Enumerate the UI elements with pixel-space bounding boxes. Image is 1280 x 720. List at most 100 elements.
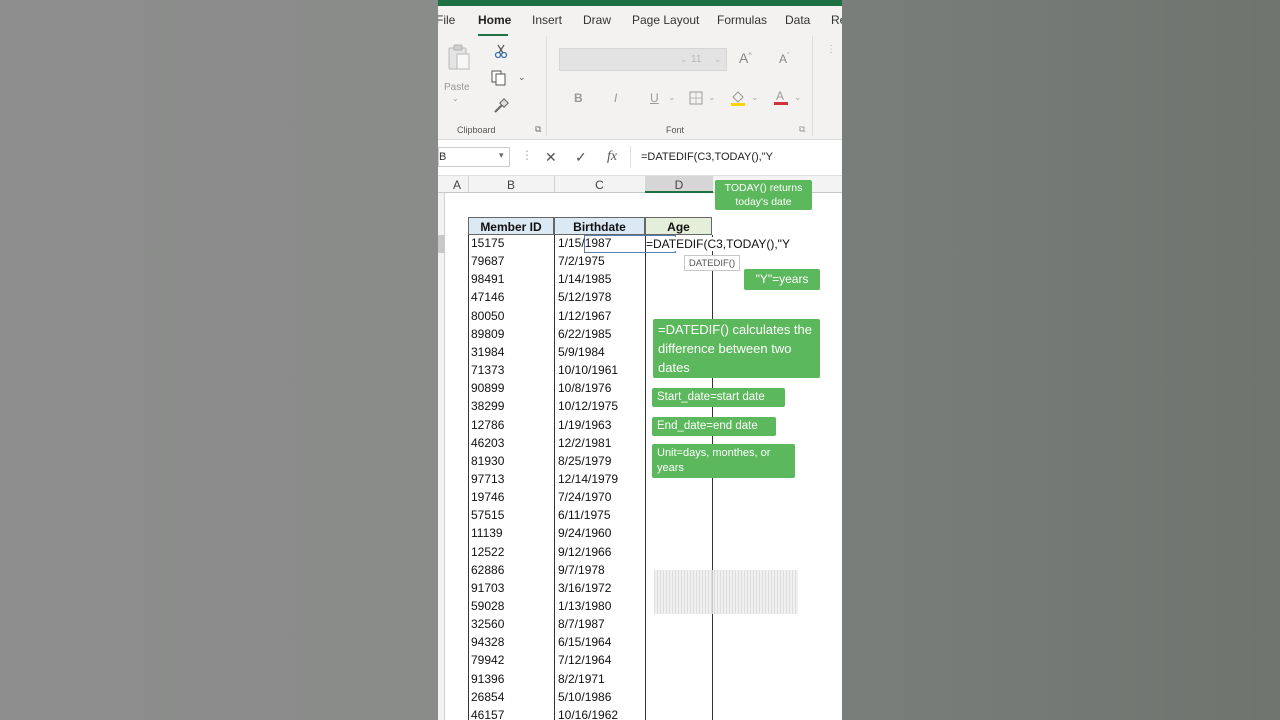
confirm-icon[interactable]: ✓ xyxy=(575,149,587,166)
header-age[interactable]: Age xyxy=(645,217,712,235)
birthdate-cell[interactable]: 5/10/1986 xyxy=(558,690,611,704)
member-id-cell[interactable]: 32560 xyxy=(471,617,504,631)
column-header-c[interactable]: C xyxy=(554,178,645,192)
member-id-cell[interactable]: 46157 xyxy=(471,708,504,720)
birthdate-cell[interactable]: 7/2/1975 xyxy=(558,254,605,268)
member-id-cell[interactable]: 90899 xyxy=(471,381,504,395)
birthdate-cell[interactable]: 8/25/1979 xyxy=(558,454,611,468)
birthdate-cell[interactable]: 10/12/1975 xyxy=(558,399,618,413)
member-id-cell[interactable]: 97713 xyxy=(471,472,504,486)
member-id-cell[interactable]: 57515 xyxy=(471,508,504,522)
tab-home[interactable]: Home xyxy=(478,13,511,27)
format-painter-icon[interactable] xyxy=(493,98,509,119)
birthdate-cell[interactable]: 5/9/1984 xyxy=(558,345,605,359)
birthdate-cell[interactable]: 1/14/1985 xyxy=(558,272,611,286)
tab-formulas[interactable]: Formulas xyxy=(717,13,767,27)
birthdate-cell[interactable]: 12/14/1979 xyxy=(558,472,618,486)
underline-dropdown-icon[interactable]: ⌄ xyxy=(668,92,676,103)
name-box-dropdown-icon[interactable]: ▾ xyxy=(499,150,504,161)
fill-color-icon[interactable] xyxy=(730,89,746,112)
member-id-cell[interactable]: 98491 xyxy=(471,272,504,286)
bold-button[interactable]: B xyxy=(574,91,583,105)
font-size-value[interactable]: 11 xyxy=(691,54,701,65)
header-member-id[interactable]: Member ID xyxy=(468,217,554,235)
tab-insert[interactable]: Insert xyxy=(532,13,562,27)
name-box[interactable]: B ▾ xyxy=(438,147,510,167)
tab-file[interactable]: File xyxy=(438,13,455,27)
birthdate-cell[interactable]: 1/19/1963 xyxy=(558,418,611,432)
font-name-box[interactable] xyxy=(559,48,727,71)
paste-label[interactable]: Paste xyxy=(444,82,470,93)
paste-icon[interactable] xyxy=(446,44,472,77)
member-id-cell[interactable]: 71373 xyxy=(471,363,504,377)
birthdate-cell[interactable]: 9/24/1960 xyxy=(558,526,611,540)
fill-color-dropdown-icon[interactable]: ⌄ xyxy=(751,92,759,103)
member-id-cell[interactable]: 89809 xyxy=(471,327,504,341)
row-header-selected[interactable] xyxy=(438,235,445,253)
borders-icon[interactable] xyxy=(689,91,703,110)
decrease-font-icon[interactable]: Aˇ xyxy=(779,52,789,66)
birthdate-cell[interactable]: 6/11/1975 xyxy=(558,508,611,522)
birthdate-cell[interactable]: 10/16/1962 xyxy=(558,708,618,720)
birthdate-cell[interactable]: 12/2/1981 xyxy=(558,436,611,450)
birthdate-cell[interactable]: 5/12/1978 xyxy=(558,290,611,304)
member-id-cell[interactable]: 19746 xyxy=(471,490,504,504)
member-id-cell[interactable]: 26854 xyxy=(471,690,504,704)
insert-function-icon[interactable]: fx xyxy=(607,149,617,165)
birthdate-cell[interactable]: 6/15/1964 xyxy=(558,635,611,649)
birthdate-cell[interactable]: 10/10/1961 xyxy=(558,363,618,377)
column-header-b[interactable]: B xyxy=(468,178,554,192)
font-launcher-icon[interactable]: ⧉ xyxy=(799,124,805,135)
font-size-dropdown-icon[interactable]: ⌄ xyxy=(714,54,722,65)
birthdate-cell[interactable]: 10/8/1976 xyxy=(558,381,611,395)
member-id-cell[interactable]: 31984 xyxy=(471,345,504,359)
birthdate-cell[interactable]: 1/12/1967 xyxy=(558,309,611,323)
birthdate-cell[interactable]: 9/12/1966 xyxy=(558,545,611,559)
member-id-cell[interactable]: 81930 xyxy=(471,454,504,468)
column-header-a[interactable]: A xyxy=(450,178,464,192)
header-birthdate[interactable]: Birthdate xyxy=(554,217,645,235)
underline-button[interactable]: U xyxy=(650,91,659,105)
cancel-icon[interactable]: ✕ xyxy=(545,149,557,166)
column-header-d[interactable]: D xyxy=(645,178,713,192)
copy-icon[interactable] xyxy=(491,70,507,91)
birthdate-cell[interactable]: 1/15/1987 xyxy=(558,236,611,250)
tab-page-layout[interactable]: Page Layout xyxy=(632,13,699,27)
member-id-cell[interactable]: 62886 xyxy=(471,563,504,577)
member-id-cell[interactable]: 47146 xyxy=(471,290,504,304)
font-color-icon[interactable]: A xyxy=(773,88,789,111)
function-tooltip[interactable]: DATEDIF() xyxy=(684,255,740,271)
member-id-cell[interactable]: 15175 xyxy=(471,236,504,250)
font-name-dropdown-icon[interactable]: ⌄ xyxy=(680,54,688,65)
member-id-cell[interactable]: 80050 xyxy=(471,309,504,323)
tab-review[interactable]: Re xyxy=(831,13,842,27)
member-id-cell[interactable]: 79942 xyxy=(471,653,504,667)
birthdate-cell[interactable]: 8/2/1971 xyxy=(558,672,605,686)
member-id-cell[interactable]: 91703 xyxy=(471,581,504,595)
birthdate-cell[interactable]: 3/16/1972 xyxy=(558,581,611,595)
birthdate-cell[interactable]: 6/22/1985 xyxy=(558,327,611,341)
cut-icon[interactable] xyxy=(494,44,508,63)
member-id-cell[interactable]: 91396 xyxy=(471,672,504,686)
increase-font-icon[interactable]: A^ xyxy=(739,50,752,66)
member-id-cell[interactable]: 12522 xyxy=(471,545,504,559)
member-id-cell[interactable]: 38299 xyxy=(471,399,504,413)
birthdate-cell[interactable]: 9/7/1978 xyxy=(558,563,605,577)
birthdate-cell[interactable]: 7/12/1964 xyxy=(558,653,611,667)
ribbon-overflow-icon[interactable]: ⋮ xyxy=(826,44,836,55)
borders-dropdown-icon[interactable]: ⌄ xyxy=(708,92,716,103)
member-id-cell[interactable]: 59028 xyxy=(471,599,504,613)
editing-formula-cell[interactable]: =DATEDIF(C3,TODAY(),"Y xyxy=(646,237,790,251)
member-id-cell[interactable]: 11139 xyxy=(471,526,503,540)
italic-button[interactable]: I xyxy=(614,91,617,105)
birthdate-cell[interactable]: 7/24/1970 xyxy=(558,490,611,504)
member-id-cell[interactable]: 12786 xyxy=(471,418,504,432)
member-id-cell[interactable]: 94328 xyxy=(471,635,504,649)
tab-draw[interactable]: Draw xyxy=(583,13,611,27)
birthdate-cell[interactable]: 8/7/1987 xyxy=(558,617,605,631)
paste-dropdown-icon[interactable]: ⌄ xyxy=(452,94,459,103)
clipboard-launcher-icon[interactable]: ⧉ xyxy=(535,124,541,135)
member-id-cell[interactable]: 79687 xyxy=(471,254,504,268)
copy-dropdown-icon[interactable]: ⌄ xyxy=(518,72,526,83)
formula-input[interactable]: =DATEDIF(C3,TODAY(),"Y xyxy=(641,151,773,163)
